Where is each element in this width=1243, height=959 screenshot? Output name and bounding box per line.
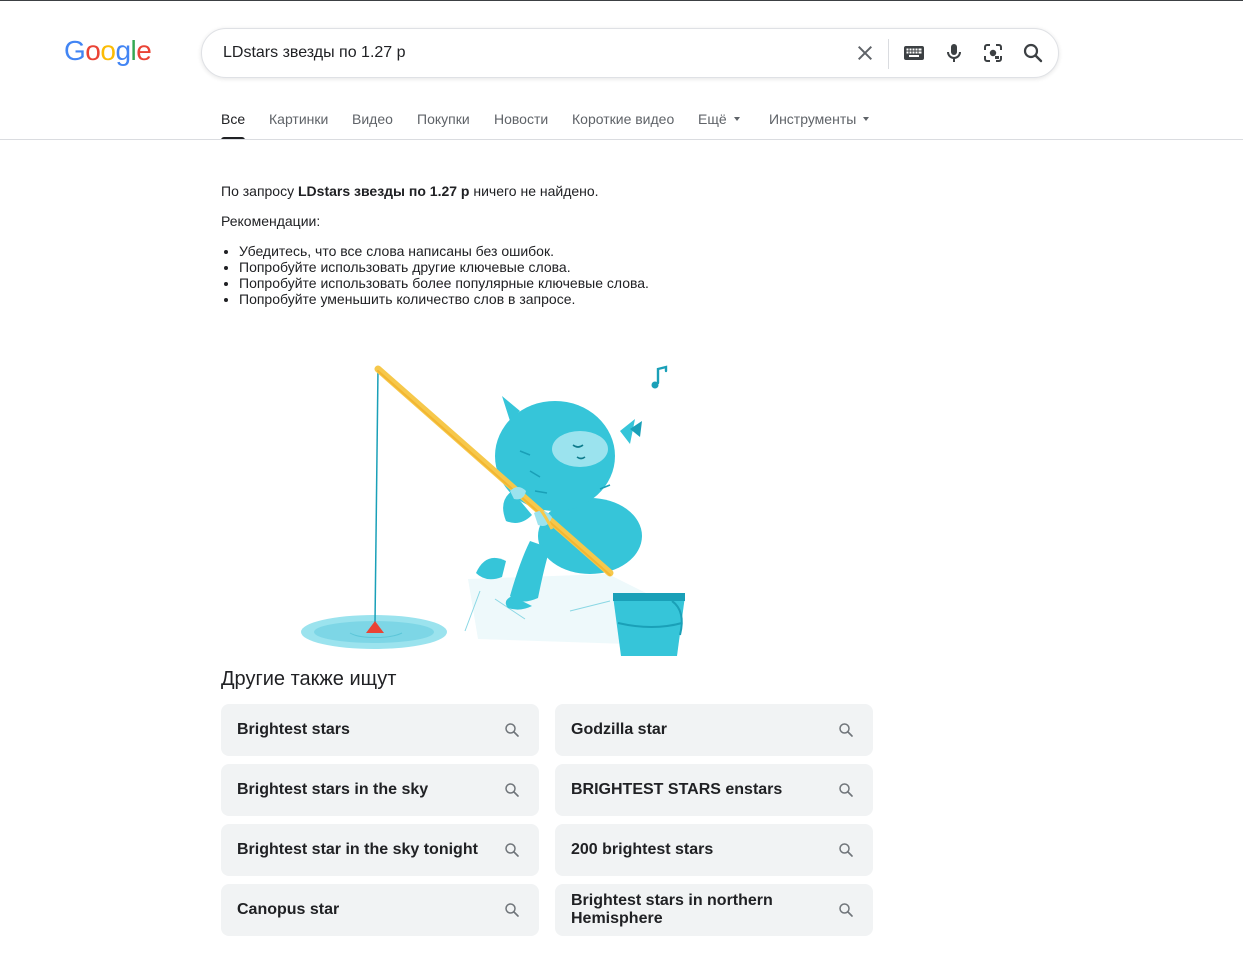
list-item: Попробуйте использовать более популярные… bbox=[239, 275, 649, 291]
tab-label: Видео bbox=[352, 111, 393, 127]
google-logo[interactable]: Google bbox=[64, 35, 156, 67]
tab-videos[interactable]: Видео bbox=[352, 109, 393, 140]
search-icon bbox=[839, 723, 853, 737]
related-search-chip[interactable]: Brightest stars bbox=[221, 704, 539, 756]
tab-news[interactable]: Новости bbox=[494, 109, 548, 140]
related-search-chip[interactable]: Brightest star in the sky tonight bbox=[221, 824, 539, 876]
search-input[interactable]: LDstars звезды по 1.27 р bbox=[223, 29, 406, 77]
related-search-chip[interactable]: Brightest stars in the sky bbox=[221, 764, 539, 816]
list-item: Попробуйте использовать другие ключевые … bbox=[239, 259, 649, 275]
tab-tools[interactable]: Инструменты bbox=[769, 109, 870, 140]
tab-shopping[interactable]: Покупки bbox=[417, 109, 470, 140]
related-search-chip[interactable]: 200 brightest stars bbox=[555, 824, 873, 876]
tab-label: Инструменты bbox=[769, 111, 857, 127]
header-divider bbox=[0, 139, 1243, 140]
search-icon bbox=[505, 783, 519, 797]
no-results-prefix: По запросу bbox=[221, 183, 298, 199]
clear-icon[interactable] bbox=[853, 41, 877, 65]
fishing-monster-illustration bbox=[301, 365, 685, 656]
related-search-label: BRIGHTEST STARS enstars bbox=[571, 781, 783, 798]
tab-images[interactable]: Картинки bbox=[269, 109, 328, 140]
recommendations-title: Рекомендации: bbox=[221, 213, 321, 229]
list-item: Убедитесь, что все слова написаны без ош… bbox=[239, 243, 649, 259]
tab-label: Покупки bbox=[417, 111, 470, 127]
search-icon bbox=[505, 723, 519, 737]
tab-more[interactable]: Ещё bbox=[698, 109, 740, 140]
caret-down-icon bbox=[863, 117, 870, 122]
search-box[interactable]: LDstars звезды по 1.27 р bbox=[201, 28, 1059, 78]
related-search-label: Brightest star in the sky tonight bbox=[237, 841, 478, 858]
related-search-label: Brightest stars in northern Hemisphere bbox=[571, 892, 773, 927]
search-icon[interactable] bbox=[1021, 41, 1045, 65]
related-search-chip[interactable]: BRIGHTEST STARS enstars bbox=[555, 764, 873, 816]
related-search-label: Canopus star bbox=[237, 901, 340, 918]
recommendations-list: Убедитесь, что все слова написаны без ош… bbox=[221, 243, 649, 307]
tab-short-videos[interactable]: Короткие видео bbox=[572, 109, 674, 140]
related-search-label: 200 brightest stars bbox=[571, 841, 714, 858]
search-icon bbox=[839, 903, 853, 917]
no-results-query: LDstars звезды по 1.27 р bbox=[298, 183, 470, 199]
related-search-chip[interactable]: Canopus star bbox=[221, 884, 539, 936]
tab-label: Картинки bbox=[269, 111, 329, 127]
svg-text:Google: Google bbox=[64, 35, 151, 66]
tab-label: Короткие видео bbox=[572, 111, 675, 127]
keyboard-icon[interactable] bbox=[902, 41, 926, 65]
search-icon bbox=[505, 843, 519, 857]
related-search-label: Brightest stars in the sky bbox=[237, 781, 429, 798]
caret-down-icon bbox=[733, 117, 740, 122]
related-search-label: Godzilla star bbox=[571, 721, 668, 738]
tab-all[interactable]: Все bbox=[221, 109, 246, 140]
related-search-label: Brightest stars bbox=[237, 721, 350, 738]
no-results-message: По запросу LDstars звезды по 1.27 р ниче… bbox=[221, 183, 599, 199]
related-search-chip[interactable]: Godzilla star bbox=[555, 704, 873, 756]
list-item: Попробуйте уменьшить количество слов в з… bbox=[239, 291, 649, 307]
search-icon bbox=[505, 903, 519, 917]
tab-label: Новости bbox=[494, 111, 549, 127]
related-search-chip[interactable]: Brightest stars in northern Hemisphere bbox=[555, 884, 873, 936]
search-box-divider bbox=[888, 39, 889, 69]
no-results-suffix: ничего не найдено. bbox=[469, 183, 599, 199]
search-icon bbox=[839, 843, 853, 857]
tab-label: Ещё bbox=[698, 111, 727, 127]
also-searched-title: Другие также ищут bbox=[221, 668, 397, 690]
search-icon bbox=[839, 783, 853, 797]
microphone-icon[interactable] bbox=[942, 41, 966, 65]
lens-icon[interactable] bbox=[981, 41, 1005, 65]
tab-label: Все bbox=[221, 111, 246, 127]
